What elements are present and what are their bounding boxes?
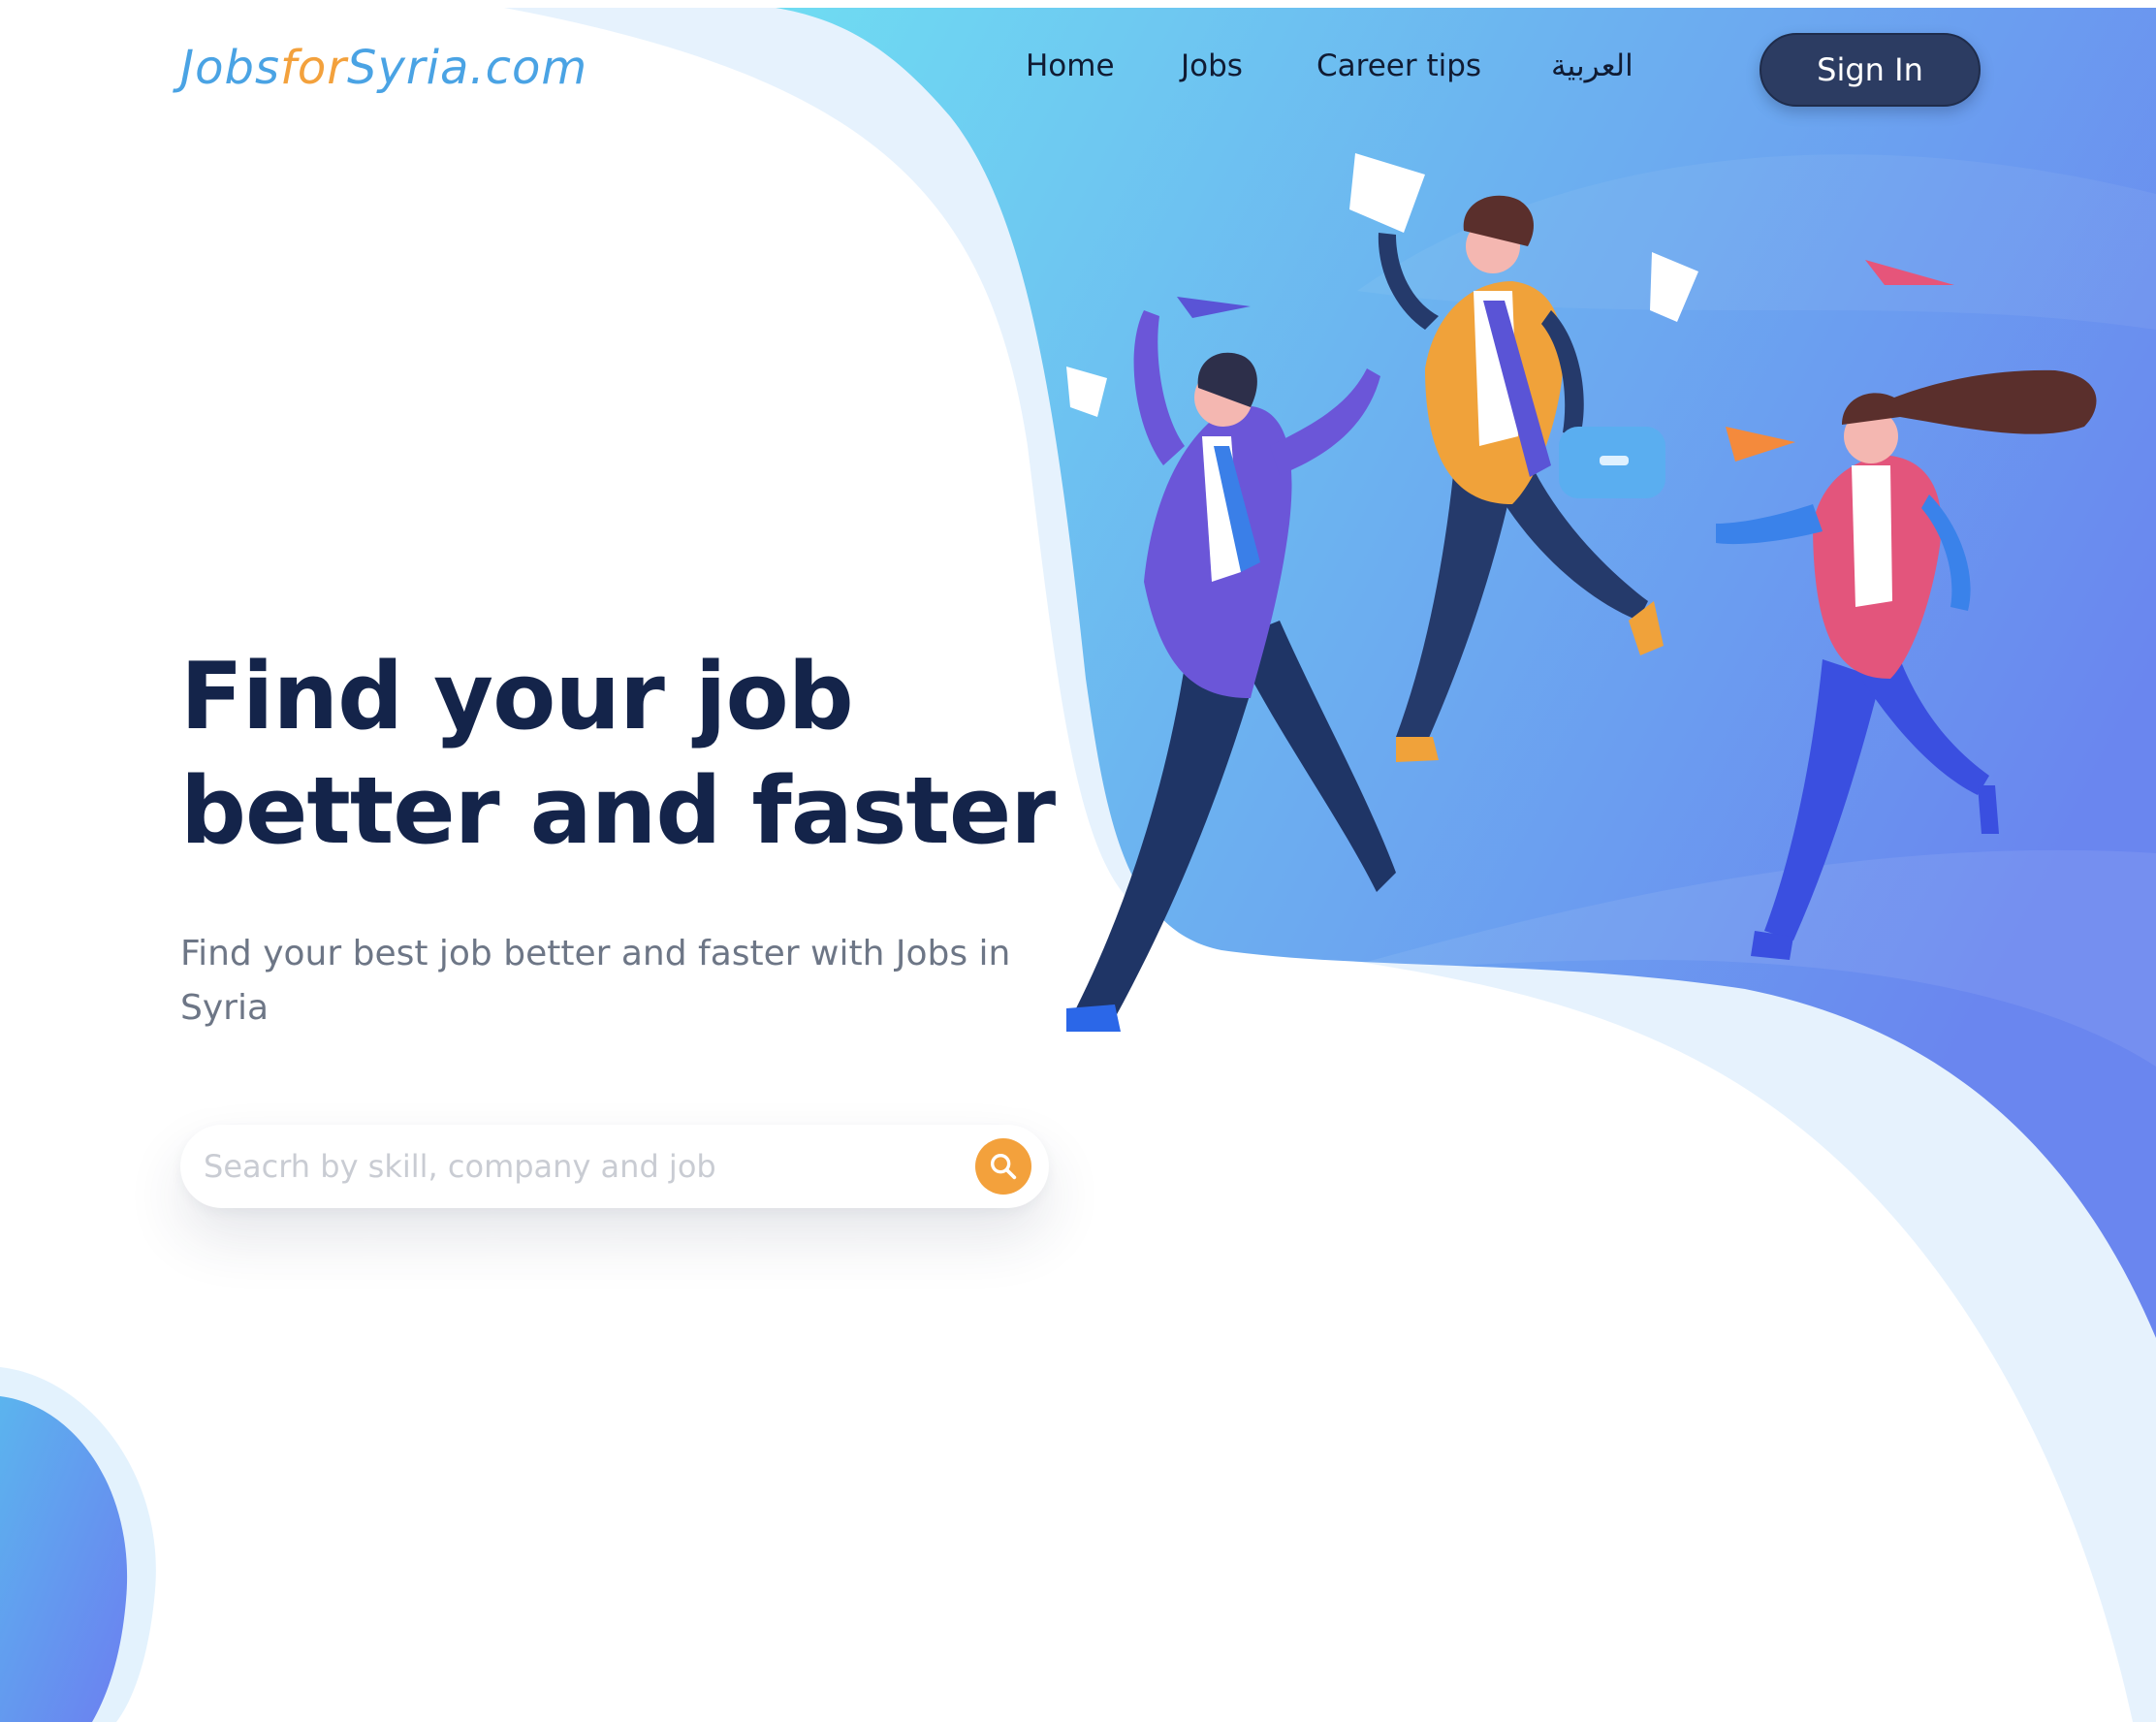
jumping-people-illustration [1066, 153, 2097, 1032]
nav-career-tips[interactable]: Career tips [1316, 48, 1481, 91]
sign-in-button[interactable]: Sign In [1760, 33, 1981, 107]
logo-for: for [280, 41, 347, 95]
nav-jobs[interactable]: Jobs [1181, 48, 1243, 91]
man-briefcase-figure [1378, 195, 1665, 762]
paper-icon [1066, 153, 1698, 417]
woman-figure [1716, 369, 2097, 960]
nav-arabic-language[interactable]: العربية [1551, 48, 1633, 91]
logo-syria: Syria.com [347, 41, 588, 95]
search-input[interactable] [204, 1125, 940, 1208]
hero-title-line-2: better and faster [180, 758, 1056, 865]
hero-title-line-1: Find your job [180, 644, 854, 750]
hero-title: Find your job better and faster [180, 640, 1056, 869]
man-purple-figure [1066, 310, 1396, 1032]
nav-home[interactable]: Home [1026, 48, 1115, 91]
search-bar [180, 1125, 1049, 1208]
hero-subtitle: Find your best job better and faster wit… [180, 934, 1011, 1028]
search-icon [990, 1153, 1017, 1180]
search-button[interactable] [975, 1138, 1031, 1195]
site-logo[interactable]: JobsforSyria.com [180, 41, 587, 99]
logo-jobs: Jobs [180, 41, 280, 95]
